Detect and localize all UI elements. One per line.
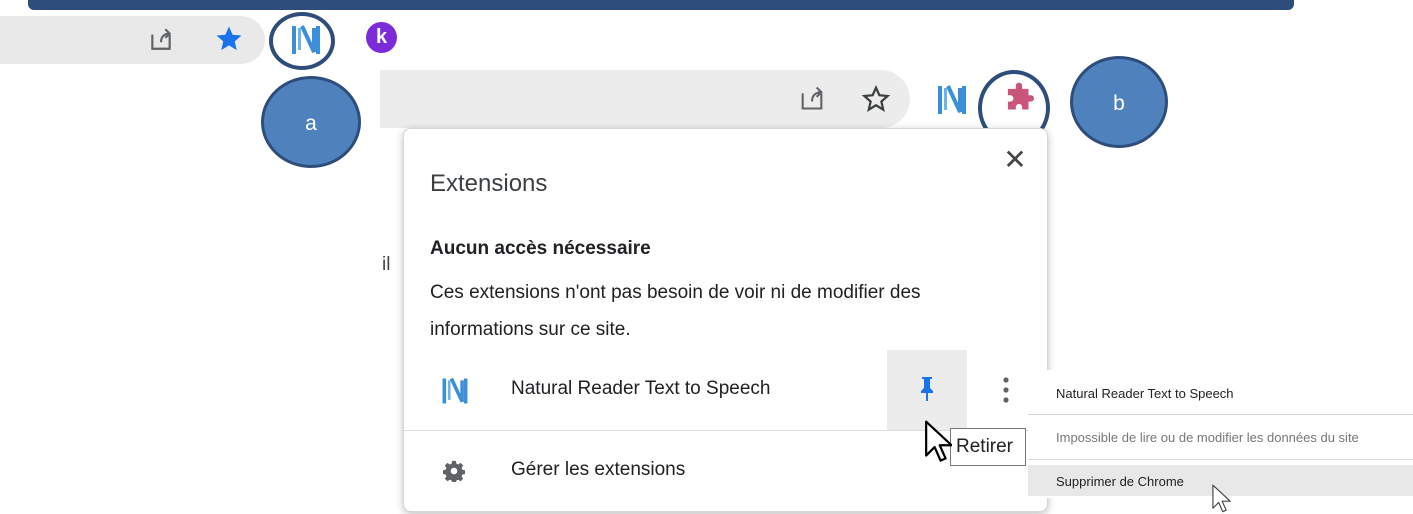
extension-name[interactable]: Natural Reader Text to Speech: [511, 378, 770, 400]
address-bar-end-2[interactable]: [380, 70, 910, 128]
callout-a: a: [261, 76, 361, 168]
callout-b-label: b: [1113, 92, 1125, 115]
mouse-cursor-icon: [1212, 484, 1231, 513]
popup-title: Extensions: [430, 170, 548, 197]
header-bar: [28, 0, 1294, 10]
mouse-cursor-icon: [925, 420, 952, 462]
callout-a-label: a: [305, 112, 317, 135]
background-text-fragment: il: [382, 254, 391, 275]
callout-ring-a: [269, 12, 335, 70]
manage-extensions-link[interactable]: Gérer les extensions: [511, 459, 685, 481]
callout-b: b: [1070, 56, 1168, 148]
share-icon[interactable]: [148, 26, 174, 52]
close-icon[interactable]: ✕: [1000, 145, 1030, 175]
menu-separator: [1028, 459, 1413, 460]
access-description: Ces extensions n'ont pas besoin de voir …: [430, 282, 921, 340]
star-icon[interactable]: [214, 24, 244, 54]
more-vert-icon[interactable]: [994, 372, 1018, 408]
menu-item-extension-name[interactable]: Natural Reader Text to Speech: [1056, 386, 1234, 401]
k-extension-icon[interactable]: k: [366, 22, 397, 53]
menu-separator: [1028, 414, 1413, 415]
pin-icon[interactable]: [915, 375, 939, 403]
gear-icon: [443, 460, 465, 482]
access-subheading: Aucun accès nécessaire: [430, 238, 651, 259]
star-outline-icon[interactable]: [861, 84, 891, 114]
share-icon[interactable]: [798, 84, 826, 112]
natural-reader-icon: [442, 377, 468, 404]
menu-item-site-access: Impossible de lire ou de modifier les do…: [1056, 430, 1359, 445]
menu-item-remove-from-chrome[interactable]: Supprimer de Chrome: [1056, 474, 1184, 489]
unpin-tooltip: Retirer: [950, 428, 1026, 466]
natural-reader-icon[interactable]: [935, 82, 969, 118]
